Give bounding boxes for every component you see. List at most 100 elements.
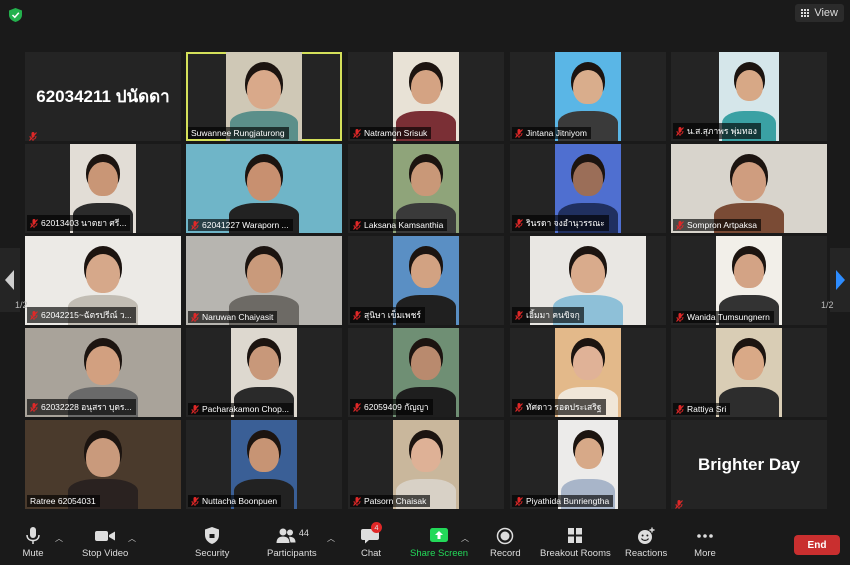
- record-icon: [497, 527, 514, 545]
- muted-microphone-icon: [676, 312, 684, 322]
- participant-tile[interactable]: 62041227 Waraporn ...: [186, 144, 342, 233]
- participant-tile[interactable]: Laksana Kamsanthia: [348, 144, 504, 233]
- participant-tile[interactable]: น.ส.สุภาพร พุ่มทอง: [671, 52, 827, 141]
- participant-nameplate: ทัศดาว รอดประเสริฐ: [512, 399, 606, 415]
- muted-microphone-icon: [676, 220, 684, 230]
- reactions-button[interactable]: Reactions: [625, 527, 667, 559]
- security-button[interactable]: Security: [195, 527, 229, 559]
- share-options-caret-icon[interactable]: ︿: [461, 533, 469, 544]
- participant-name: สุนิษา เข็มเพชร์: [364, 310, 421, 320]
- video-gallery: 62034211 ปนัดดา Suwannee Rungjaturong Natr…: [0, 30, 850, 515]
- participant-tile[interactable]: Naruwan Chaiyasit: [186, 236, 342, 325]
- participant-face: [86, 438, 120, 478]
- muted-microphone-icon: [353, 310, 361, 320]
- share-screen-label: Share Screen: [410, 548, 469, 559]
- participants-button[interactable]: 44 Participants: [267, 527, 317, 559]
- muted-microphone-icon: [515, 496, 523, 506]
- participant-tile[interactable]: Nuttacha Boonpuen: [186, 420, 342, 509]
- participant-tile[interactable]: Jintana Jitniyom: [510, 52, 666, 141]
- participant-tile[interactable]: 62034211 ปนัดดา: [25, 52, 181, 141]
- participant-tile[interactable]: เอิ้มมา คนขิจกุ: [510, 236, 666, 325]
- participant-nameplate: 62059409 กัญญา: [350, 399, 433, 415]
- participant-tile[interactable]: Rattiya Sri: [671, 328, 827, 417]
- end-meeting-button[interactable]: End: [794, 535, 840, 555]
- participant-name: Laksana Kamsanthia: [364, 220, 444, 230]
- participant-name: เอิ้มมา คนขิจกุ: [526, 310, 580, 320]
- muted-microphone-icon: [515, 402, 523, 412]
- share-screen-button[interactable]: Share Screen: [410, 527, 468, 559]
- meeting-toolbar: Mute ︿ Stop Video ︿ Security 44 Particip…: [0, 515, 850, 565]
- participant-nameplate: Naruwan Chaiyasit: [188, 311, 278, 323]
- participant-tile[interactable]: Wanida Tumsungnern: [671, 236, 827, 325]
- participant-tile[interactable]: Suwannee Rungjaturong: [186, 52, 342, 141]
- participant-tile[interactable]: Ratree 62054031: [25, 420, 181, 509]
- participants-options-caret-icon[interactable]: ︿: [327, 533, 335, 544]
- participant-tile[interactable]: รินรดา จงอำนุวรรณะ: [510, 144, 666, 233]
- participants-icon: [276, 528, 296, 543]
- participant-name: Naruwan Chaiyasit: [202, 312, 274, 322]
- participant-tile[interactable]: Natramon Srisuk: [348, 52, 504, 141]
- encryption-shield-icon[interactable]: [9, 8, 22, 22]
- participant-tile[interactable]: 62013403 นาตยา ศรี...: [25, 144, 181, 233]
- participants-label: Participants: [267, 548, 317, 559]
- participant-face: [411, 162, 441, 197]
- security-shield-icon: [205, 527, 220, 544]
- participant-tile[interactable]: Patsorn Chaisak: [348, 420, 504, 509]
- page-indicator-left: 1/2: [15, 300, 28, 310]
- video-options-caret-icon[interactable]: ︿: [128, 533, 136, 544]
- participant-tile[interactable]: Piyathida Bunriengtha: [510, 420, 666, 509]
- participant-nameplate: 62013403 นาตยา ศรี...: [27, 215, 131, 231]
- audio-options-caret-icon[interactable]: ︿: [55, 533, 63, 544]
- participant-nameplate: 62032228 อนุสรา บุตร...: [27, 399, 136, 415]
- participant-name: 62042215~ฉัตรปรีณ์ ว...: [41, 310, 132, 320]
- breakout-rooms-label: Breakout Rooms: [540, 548, 611, 559]
- participant-tile[interactable]: 62032228 อนุสรา บุตร...: [25, 328, 181, 417]
- participant-face: [411, 70, 441, 105]
- reactions-label: Reactions: [625, 548, 668, 559]
- chat-button[interactable]: 4 Chat: [360, 522, 382, 559]
- breakout-rooms-icon: [568, 528, 583, 543]
- muted-microphone-icon: [676, 404, 684, 414]
- page-indicator-right: 1/2: [821, 300, 834, 310]
- participant-tile[interactable]: 62059409 กัญญา: [348, 328, 504, 417]
- stop-video-label: Stop Video: [82, 548, 129, 559]
- record-button[interactable]: Record: [490, 527, 521, 559]
- breakout-rooms-button[interactable]: Breakout Rooms: [540, 527, 611, 559]
- participant-name: 62041227 Waraporn ...: [202, 220, 289, 230]
- muted-microphone-icon: [515, 128, 523, 138]
- participant-face: [86, 254, 120, 294]
- share-screen-icon: [430, 528, 449, 542]
- participant-tile[interactable]: Brighter Day: [671, 420, 827, 509]
- participant-tile[interactable]: Sompron Artpaksa: [671, 144, 827, 233]
- view-button[interactable]: View: [795, 4, 844, 22]
- participant-name: Patsorn Chaisak: [364, 496, 427, 506]
- mute-label: Mute: [22, 548, 44, 559]
- muted-microphone-icon: [676, 126, 684, 136]
- participant-tile[interactable]: สุนิษา เข็มเพชร์: [348, 236, 504, 325]
- participant-name: Nuttacha Boonpuen: [202, 496, 278, 506]
- mute-button[interactable]: Mute: [22, 527, 44, 559]
- participant-nameplate: Jintana Jitniyom: [512, 127, 591, 139]
- more-label: More: [694, 548, 716, 559]
- participant-face: [247, 254, 281, 294]
- stop-video-button[interactable]: Stop Video: [82, 527, 128, 559]
- participant-nameplate: 62041227 Waraporn ...: [188, 219, 293, 231]
- participant-display-name: Brighter Day: [697, 454, 801, 474]
- reactions-smiley-icon: [638, 527, 655, 544]
- grid-icon: [801, 8, 810, 18]
- participant-nameplate: Patsorn Chaisak: [350, 495, 431, 507]
- participant-tile[interactable]: 62042215~ฉัตรปรีณ์ ว...: [25, 236, 181, 325]
- more-button[interactable]: More: [694, 527, 716, 559]
- muted-microphone-icon: [29, 128, 37, 141]
- security-label: Security: [195, 548, 230, 559]
- participant-face: [88, 162, 118, 197]
- muted-microphone-icon: [353, 402, 361, 412]
- participant-face: [411, 254, 441, 289]
- muted-microphone-icon: [191, 312, 199, 322]
- participant-display-name: 62034211 ปนัดดา: [36, 87, 170, 106]
- participant-tile[interactable]: ทัศดาว รอดประเสริฐ: [510, 328, 666, 417]
- muted-microphone-icon: [515, 310, 523, 320]
- muted-microphone-icon: [191, 404, 199, 414]
- participant-tile[interactable]: Pacharakamon Chop...: [186, 328, 342, 417]
- participant-face: [734, 346, 764, 381]
